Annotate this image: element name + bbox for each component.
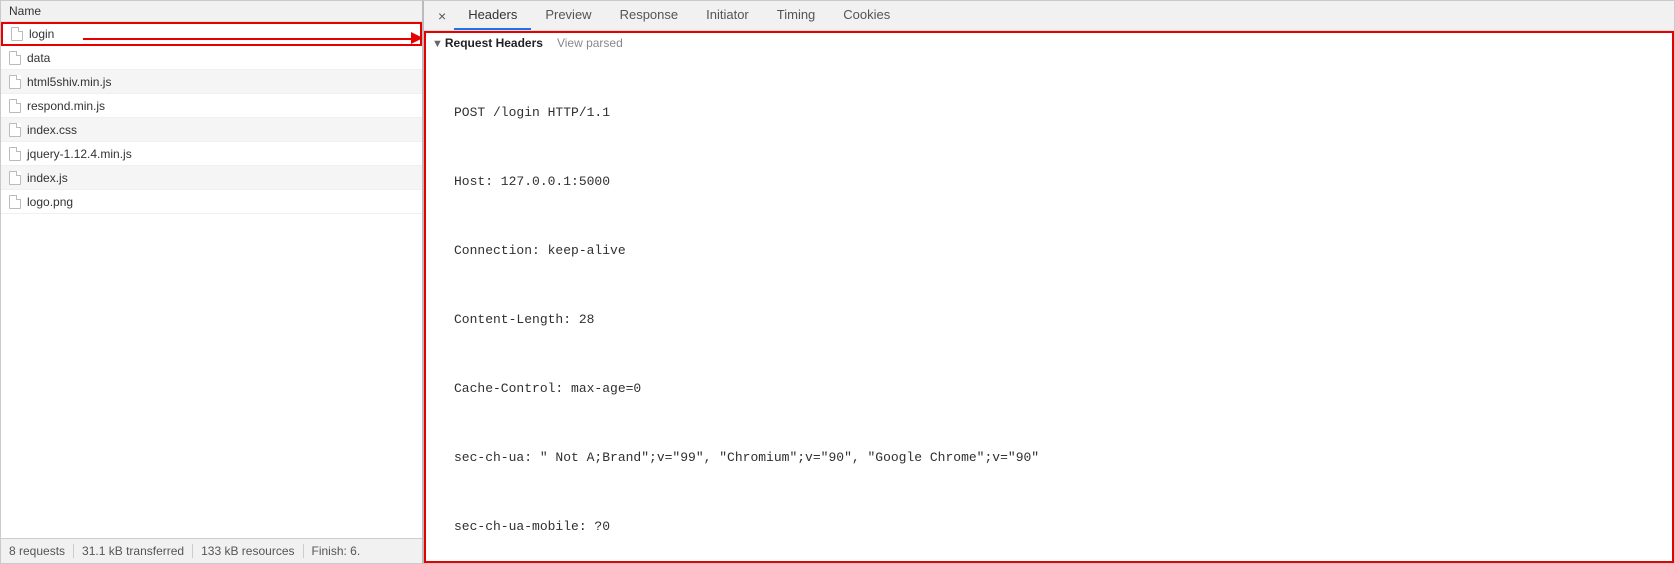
file-icon [9,171,21,185]
file-icon [9,195,21,209]
tab-timing[interactable]: Timing [763,1,830,30]
file-icon [9,99,21,113]
header-line: Host: 127.0.0.1:5000 [454,170,1672,193]
request-headers-section[interactable]: ▼Request Headers View parsed [426,33,1672,53]
request-name: data [27,51,50,65]
status-finish: Finish: 6. [304,544,369,558]
request-row-login[interactable]: login [1,22,422,46]
file-icon [9,123,21,137]
status-resources: 133 kB resources [193,544,303,558]
status-requests: 8 requests [9,544,74,558]
tab-initiator[interactable]: Initiator [692,1,763,30]
tab-preview[interactable]: Preview [531,1,605,30]
raw-headers: POST /login HTTP/1.1 Host: 127.0.0.1:500… [426,53,1672,563]
header-line: sec-ch-ua-mobile: ?0 [454,515,1672,538]
request-name: login [29,27,54,41]
request-name: jquery-1.12.4.min.js [27,147,132,161]
headers-detail-area: ▼Request Headers View parsed POST /login… [424,31,1674,563]
request-row-respond[interactable]: respond.min.js [1,94,422,118]
request-list: login data html5shiv.min.js respond.min.… [1,22,422,538]
view-parsed-link[interactable]: View parsed [557,36,623,50]
request-row-jquery[interactable]: jquery-1.12.4.min.js [1,142,422,166]
request-row-html5shiv[interactable]: html5shiv.min.js [1,70,422,94]
name-column-header[interactable]: Name [1,1,422,22]
header-line: sec-ch-ua: " Not A;Brand";v="99", "Chrom… [454,446,1672,469]
request-row-indexjs[interactable]: index.js [1,166,422,190]
status-bar: 8 requests 31.1 kB transferred 133 kB re… [1,538,422,563]
file-icon [9,51,21,65]
header-line: Cache-Control: max-age=0 [454,377,1672,400]
status-transferred: 31.1 kB transferred [74,544,193,558]
section-title: Request Headers [445,36,543,50]
request-name: html5shiv.min.js [27,75,111,89]
request-row-data[interactable]: data [1,46,422,70]
request-name: logo.png [27,195,73,209]
request-name: respond.min.js [27,99,105,113]
tab-response[interactable]: Response [606,1,693,30]
header-line: Content-Length: 28 [454,308,1672,331]
request-name: index.js [27,171,68,185]
request-row-indexcss[interactable]: index.css [1,118,422,142]
header-line: Connection: keep-alive [454,239,1672,262]
file-icon [9,147,21,161]
tab-bar: × Headers Preview Response Initiator Tim… [424,1,1674,31]
expand-toggle[interactable]: ▼Request Headers [432,36,543,50]
tab-cookies[interactable]: Cookies [829,1,904,30]
file-icon [11,27,23,41]
request-row-logo[interactable]: logo.png [1,190,422,214]
details-panel: × Headers Preview Response Initiator Tim… [424,0,1675,564]
request-name: index.css [27,123,77,137]
network-requests-panel: Name login data html5shiv.min.js respond… [0,0,424,564]
tab-headers[interactable]: Headers [454,1,531,30]
request-line: POST /login HTTP/1.1 [454,101,1672,124]
triangle-down-icon: ▼ [432,38,443,50]
file-icon [9,75,21,89]
close-icon[interactable]: × [430,4,454,28]
